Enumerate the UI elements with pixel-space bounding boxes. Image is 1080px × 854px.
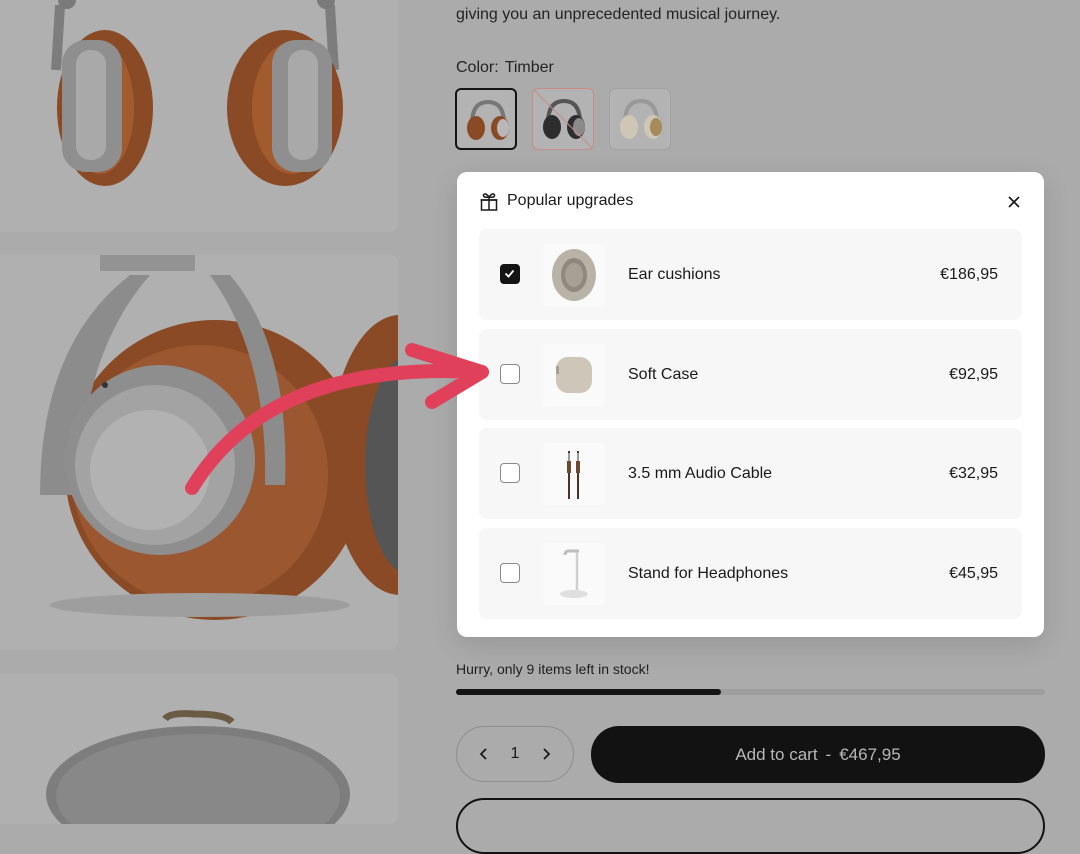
upgrade-checkbox[interactable] <box>500 364 520 384</box>
stock-progress-fill <box>456 689 722 695</box>
headphones-cream-icon <box>620 98 662 139</box>
upgrades-modal: Popular upgrades Ear cushions €186,95 So… <box>457 172 1044 637</box>
upgrade-item-stand[interactable]: Stand for Headphones €45,95 <box>479 528 1022 619</box>
soft-case-icon <box>556 357 592 393</box>
upgrade-price: €186,95 <box>940 266 998 283</box>
headphone-stand-icon <box>560 549 588 598</box>
color-swatch-timber[interactable] <box>455 88 517 150</box>
headphones-timber-icon <box>467 99 509 140</box>
chevron-right-icon[interactable] <box>537 745 555 763</box>
stock-progress-bar <box>456 689 1045 695</box>
color-swatch-cream[interactable] <box>609 88 671 150</box>
checkmark-icon <box>504 269 515 278</box>
close-icon[interactable] <box>1004 192 1024 212</box>
gallery-image-pair[interactable] <box>0 0 398 232</box>
upgrade-item-soft-case[interactable]: Soft Case €92,95 <box>479 329 1022 420</box>
upgrades-title: Popular upgrades <box>507 192 634 209</box>
upgrade-name: 3.5 mm Audio Cable <box>628 465 773 482</box>
upgrade-name: Soft Case <box>628 366 699 383</box>
color-label: Color: <box>456 59 499 76</box>
upgrade-price: €45,95 <box>949 565 998 582</box>
ear-cushion-icon <box>552 249 596 301</box>
upgrade-price: €92,95 <box>949 366 998 383</box>
stock-warning: Hurry, only 9 items left in stock! <box>456 661 650 677</box>
gallery-image-case[interactable] <box>0 674 398 824</box>
upgrade-price: €32,95 <box>949 465 998 482</box>
buy-now-button[interactable] <box>456 798 1045 854</box>
cart-total: €467,95 <box>839 745 901 764</box>
add-to-cart-button[interactable]: Add to cart - €467,95 <box>591 726 1045 783</box>
upgrade-name: Ear cushions <box>628 266 721 283</box>
color-selector-label: Color: Timber <box>456 59 554 77</box>
upgrade-checkbox[interactable] <box>500 563 520 583</box>
gift-icon <box>480 193 498 211</box>
quantity-value[interactable]: 1 <box>457 745 573 763</box>
add-to-cart-label: Add to cart <box>735 745 818 764</box>
quantity-stepper[interactable]: 1 <box>456 726 574 782</box>
upgrade-thumbnail <box>543 543 605 605</box>
upgrade-thumbnail <box>543 443 605 505</box>
upgrade-name: Stand for Headphones <box>628 565 789 582</box>
color-value: Timber <box>504 59 554 76</box>
upgrade-thumbnail <box>543 344 605 406</box>
gallery-image-closeup[interactable] <box>0 255 398 650</box>
headphones-black-icon <box>533 89 593 149</box>
upgrade-item-ear-cushions[interactable]: Ear cushions €186,95 <box>479 229 1022 320</box>
upgrade-thumbnail <box>543 244 605 306</box>
audio-cable-icon <box>567 451 580 499</box>
product-gallery <box>0 0 398 824</box>
upgrade-checkbox[interactable] <box>500 264 520 284</box>
upgrade-checkbox[interactable] <box>500 463 520 483</box>
upgrade-item-audio-cable[interactable]: 3.5 mm Audio Cable €32,95 <box>479 428 1022 519</box>
upgrades-header: Popular upgrades <box>479 190 1024 214</box>
add-to-cart-separator: - <box>825 745 832 764</box>
color-swatch-black[interactable] <box>532 88 594 150</box>
product-description: giving you an unprecedented musical jour… <box>456 6 781 23</box>
